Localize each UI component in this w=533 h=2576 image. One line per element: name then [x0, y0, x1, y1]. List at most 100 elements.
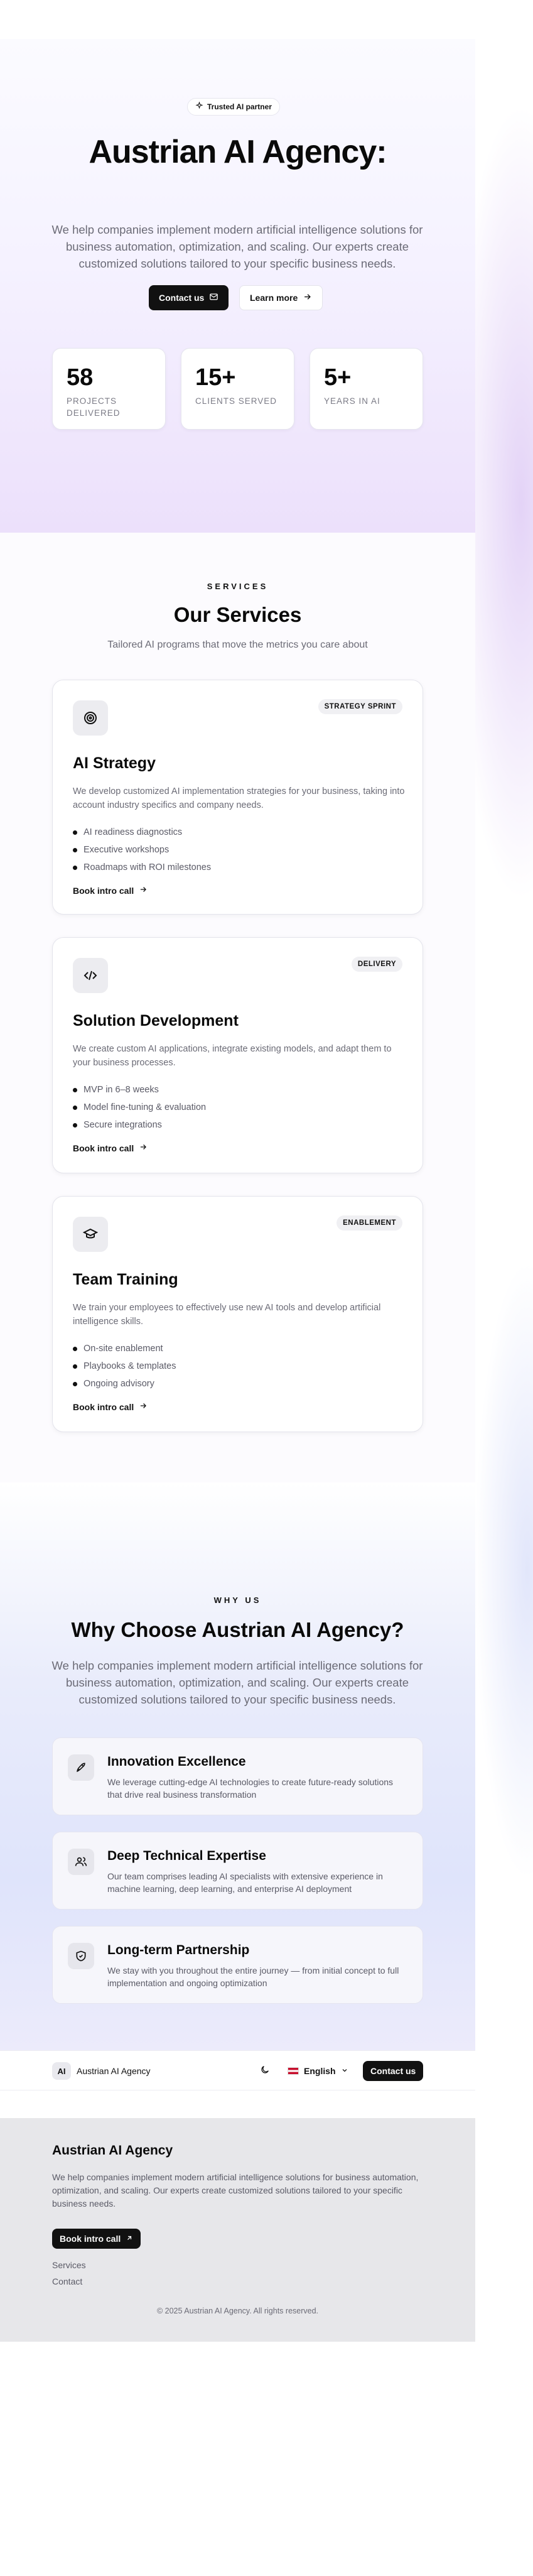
bullet-dot-icon	[73, 1087, 77, 1092]
why-us-section: WHY US Why Choose Austrian AI Agency? We…	[0, 1482, 475, 2050]
language-label: English	[304, 2066, 336, 2076]
brand-name[interactable]: Austrian AI Agency	[77, 2066, 151, 2076]
page: Trusted AI partner Austrian AI Agency: W…	[0, 0, 533, 2576]
bullet-dot-icon	[73, 1364, 77, 1369]
book-intro-call-link[interactable]: Book intro call	[73, 1143, 148, 1153]
list-item: Secure integrations	[73, 1116, 206, 1134]
service-card-team-training: ENABLEMENT Team Training We train your e…	[52, 1196, 423, 1432]
stat-card: 15+ CLIENTS SERVED	[181, 348, 294, 430]
dark-mode-toggle[interactable]	[259, 2065, 271, 2077]
footer-description: We help companies implement modern artif…	[52, 2172, 419, 2209]
stat-card: 5+ YEARS IN AI	[310, 348, 423, 430]
footer-book-call-button[interactable]: Book intro call	[52, 2229, 141, 2249]
footer-link-services[interactable]: Services	[52, 2260, 86, 2270]
contact-button[interactable]: Contact us	[149, 285, 229, 310]
graduation-cap-icon	[73, 1217, 108, 1252]
arrow-right-icon	[139, 885, 148, 896]
service-tag: STRATEGY SPRINT	[318, 699, 402, 714]
list-item: Playbooks & templates	[73, 1357, 176, 1375]
sparkle-icon	[195, 101, 203, 112]
services-eyebrow: SERVICES	[207, 582, 269, 591]
arrow-up-right-icon	[126, 2234, 133, 2244]
uk-flag-icon	[288, 2067, 299, 2075]
services-title: Our Services	[173, 603, 302, 626]
book-intro-call-link[interactable]: Book intro call	[73, 885, 148, 896]
bullet-text: Model fine-tuning & evaluation	[83, 1102, 207, 1112]
footer-cta-label: Book intro call	[60, 2234, 121, 2244]
badge-label: Trusted AI partner	[207, 102, 272, 111]
list-item: Executive workshops	[73, 841, 211, 859]
service-description: We train your employees to effectively u…	[73, 1303, 381, 1327]
hero-title: Austrian AI Agency:	[89, 134, 387, 170]
service-title: Solution Development	[73, 1012, 239, 1030]
nav-contact-button[interactable]: Contact us	[363, 2061, 424, 2081]
feature-description: We leverage cutting-edge AI technologies…	[107, 1777, 394, 1800]
stat-value: 15+	[195, 364, 236, 391]
copyright: © 2025 Austrian AI Agency. All rights re…	[156, 2307, 319, 2315]
footer-link-contact[interactable]: Contact	[52, 2276, 82, 2286]
chevron-down-icon	[341, 2066, 348, 2076]
why-title: Why Choose Austrian AI Agency?	[71, 1618, 404, 1641]
services-section: SERVICES Our Services Tailored AI progra…	[0, 533, 475, 1482]
stat-value: 58	[67, 364, 94, 391]
learn-more-label: Learn more	[250, 293, 298, 303]
service-card-ai-strategy: STRATEGY SPRINT AI Strategy We develop c…	[52, 680, 423, 915]
list-item: Ongoing advisory	[73, 1375, 176, 1393]
service-tag: DELIVERY	[351, 957, 402, 972]
list-item: Roadmaps with ROI milestones	[73, 859, 211, 876]
feature-title: Long-term Partnership	[107, 1943, 250, 1957]
feature-card-innovation: Innovation Excellence We leverage cuttin…	[52, 1737, 423, 1815]
services-subtitle: Tailored AI programs that move the metri…	[107, 639, 368, 650]
feature-description: Our team comprises leading AI specialist…	[107, 1871, 383, 1894]
service-description: We develop customized AI implementation …	[73, 786, 405, 810]
bullet-dot-icon	[73, 1381, 77, 1386]
contact-button-label: Contact us	[159, 293, 205, 303]
stat-value: 5+	[324, 364, 352, 391]
stat-label: PROJECTS DELIVERED	[67, 396, 121, 418]
bullet-dot-icon	[73, 1346, 77, 1351]
bullet-text: Executive workshops	[83, 845, 170, 855]
why-subtitle: We help companies implement modern artif…	[51, 1659, 423, 1706]
bullet-dot-icon	[73, 830, 77, 835]
service-tag: ENABLEMENT	[336, 1215, 402, 1231]
feature-card-partnership: Long-term Partnership We stay with you t…	[52, 1926, 423, 2004]
footer-title: Austrian AI Agency	[52, 2143, 173, 2158]
arrow-right-icon	[139, 1401, 148, 1412]
list-item: AI readiness diagnostics	[73, 823, 211, 841]
service-bullets: AI readiness diagnostics Executive works…	[73, 823, 211, 876]
bullet-text: Secure integrations	[83, 1120, 162, 1130]
trusted-badge: Trusted AI partner	[187, 98, 280, 116]
bullet-text: Ongoing advisory	[83, 1379, 154, 1389]
arrow-right-icon	[139, 1143, 148, 1153]
bullet-text: MVP in 6–8 weeks	[83, 1085, 159, 1095]
shield-check-icon	[68, 1943, 94, 1969]
list-item: On-site enablement	[73, 1340, 176, 1357]
list-item: Model fine-tuning & evaluation	[73, 1099, 206, 1116]
language-select[interactable]: English	[288, 2063, 348, 2079]
navbar: AI Austrian AI Agency English Contact us	[0, 2050, 475, 2090]
bullet-dot-icon	[73, 865, 77, 870]
bullet-dot-icon	[73, 1122, 77, 1128]
book-intro-call-link[interactable]: Book intro call	[73, 1401, 148, 1412]
bullet-text: AI readiness diagnostics	[83, 827, 183, 837]
code-icon	[73, 958, 108, 993]
footer: Austrian AI Agency We help companies imp…	[0, 2118, 475, 2342]
rocket-icon	[68, 1754, 94, 1781]
users-icon	[68, 1849, 94, 1875]
hero-subtitle: We help companies implement modern artif…	[51, 223, 423, 270]
stat-label: CLIENTS SERVED	[195, 396, 277, 406]
feature-title: Deep Technical Expertise	[107, 1849, 266, 1863]
feature-description: We stay with you throughout the entire j…	[107, 1965, 399, 1988]
learn-more-button[interactable]: Learn more	[239, 285, 323, 310]
bullet-dot-icon	[73, 847, 77, 852]
logo[interactable]: AI	[52, 2062, 71, 2080]
stat-label: YEARS IN AI	[324, 396, 380, 406]
arrow-right-icon	[303, 292, 312, 303]
feature-card-expertise: Deep Technical Expertise Our team compri…	[52, 1832, 423, 1910]
mail-icon	[209, 292, 218, 303]
feature-title: Innovation Excellence	[107, 1754, 246, 1769]
bullet-text: Roadmaps with ROI milestones	[83, 862, 212, 872]
service-title: Team Training	[73, 1271, 178, 1288]
service-bullets: On-site enablement Playbooks & templates…	[73, 1340, 176, 1393]
hero-section: Trusted AI partner Austrian AI Agency: W…	[0, 39, 475, 533]
